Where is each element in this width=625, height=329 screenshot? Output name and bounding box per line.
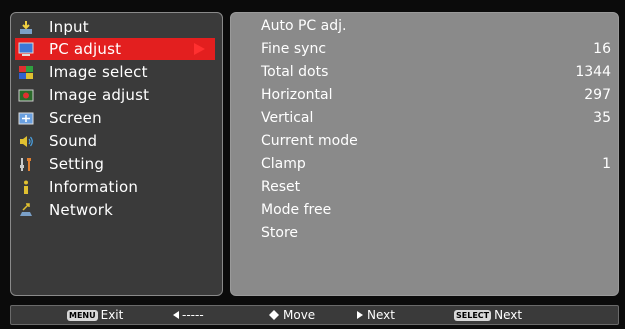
submenu-item-clamp[interactable]: Clamp 1 xyxy=(261,153,611,175)
menu-item-screen[interactable]: Screen xyxy=(15,107,215,129)
submenu-item-vertical[interactable]: Vertical 35 xyxy=(261,107,611,129)
pc-adjust-icon xyxy=(17,41,35,57)
submenu-item-current-mode[interactable]: Current mode xyxy=(261,130,611,152)
menu-item-network[interactable]: Network xyxy=(15,199,215,221)
select-key-icon: SELECT xyxy=(454,309,492,321)
submenu-item-label: Fine sync xyxy=(261,41,327,57)
submenu-item-value: 1344 xyxy=(575,64,611,80)
menu-item-label: Image select xyxy=(49,63,148,81)
submenu-item-label: Clamp xyxy=(261,156,306,172)
submenu-item-label: Store xyxy=(261,225,299,241)
submenu-item-store[interactable]: Store xyxy=(261,222,611,244)
submenu-item-label: Horizontal xyxy=(261,87,333,103)
submenu-item-fine-sync[interactable]: Fine sync 16 xyxy=(261,38,611,60)
menu-item-label: Sound xyxy=(49,132,98,150)
pc-adjust-submenu: Auto PC adj. Fine sync 16 Total dots 134… xyxy=(230,12,619,296)
projector-osd: Input PC adjust Image select Image adjus… xyxy=(0,0,625,329)
submenu-item-reset[interactable]: Reset xyxy=(261,176,611,198)
submenu-item-total-dots[interactable]: Total dots 1344 xyxy=(261,61,611,83)
submenu-item-value: 1 xyxy=(602,156,611,172)
menu-item-label: Setting xyxy=(49,155,105,173)
submenu-item-horizontal[interactable]: Horizontal 297 xyxy=(261,84,611,106)
exit-label: Exit xyxy=(100,308,124,322)
next-hint: Next xyxy=(357,308,395,322)
menu-item-label: Network xyxy=(49,201,114,219)
menu-item-information[interactable]: Information xyxy=(15,176,215,198)
select-next-hint: SELECT Next xyxy=(454,308,522,322)
menu-key-icon: MENU xyxy=(67,309,98,321)
setting-icon xyxy=(17,156,35,172)
move-label: Move xyxy=(283,308,316,322)
submenu-item-auto-pc-adj[interactable]: Auto PC adj. xyxy=(261,15,611,37)
network-icon xyxy=(17,202,35,218)
submenu-item-label: Current mode xyxy=(261,133,358,149)
menu-item-label: Screen xyxy=(49,109,102,127)
screen-icon xyxy=(17,110,35,126)
image-adjust-icon xyxy=(17,87,35,103)
input-icon xyxy=(17,19,35,35)
back-label: ----- xyxy=(182,308,204,322)
up-down-arrow-icon xyxy=(269,310,279,320)
submenu-item-label: Total dots xyxy=(261,64,329,80)
move-hint: Move xyxy=(269,308,315,322)
menu-item-input[interactable]: Input xyxy=(15,16,215,38)
submenu-item-mode-free[interactable]: Mode free xyxy=(261,199,611,221)
menu-item-image-select[interactable]: Image select xyxy=(15,61,215,83)
back-hint: ----- xyxy=(173,308,204,322)
main-menu: Input PC adjust Image select Image adjus… xyxy=(10,12,223,296)
submenu-item-label: Vertical xyxy=(261,110,314,126)
submenu-item-label: Auto PC adj. xyxy=(261,18,347,34)
submenu-item-value: 16 xyxy=(593,41,611,57)
left-arrow-icon xyxy=(173,311,179,319)
key-guide-bar: MENU Exit ----- Move Next SELECT Next xyxy=(10,305,619,325)
menu-item-label: Image adjust xyxy=(49,86,150,104)
menu-item-sound[interactable]: Sound xyxy=(15,130,215,152)
submenu-item-label: Mode free xyxy=(261,202,332,218)
image-select-icon xyxy=(17,64,35,80)
submenu-item-value: 35 xyxy=(593,110,611,126)
exit-hint: MENU Exit xyxy=(67,308,123,322)
menu-item-setting[interactable]: Setting xyxy=(15,153,215,175)
selection-arrow-icon xyxy=(194,43,205,55)
information-icon xyxy=(17,179,35,195)
sound-icon xyxy=(17,133,35,149)
submenu-item-value: 297 xyxy=(584,87,611,103)
menu-item-pc-adjust[interactable]: PC adjust xyxy=(15,38,215,60)
menu-item-label: Input xyxy=(49,18,89,36)
submenu-item-label: Reset xyxy=(261,179,301,195)
menu-item-image-adjust[interactable]: Image adjust xyxy=(15,84,215,106)
menu-item-label: PC adjust xyxy=(49,40,122,58)
next-label: Next xyxy=(367,308,395,322)
select-next-label: Next xyxy=(494,308,523,322)
menu-item-label: Information xyxy=(49,178,139,196)
right-arrow-icon xyxy=(357,311,363,319)
